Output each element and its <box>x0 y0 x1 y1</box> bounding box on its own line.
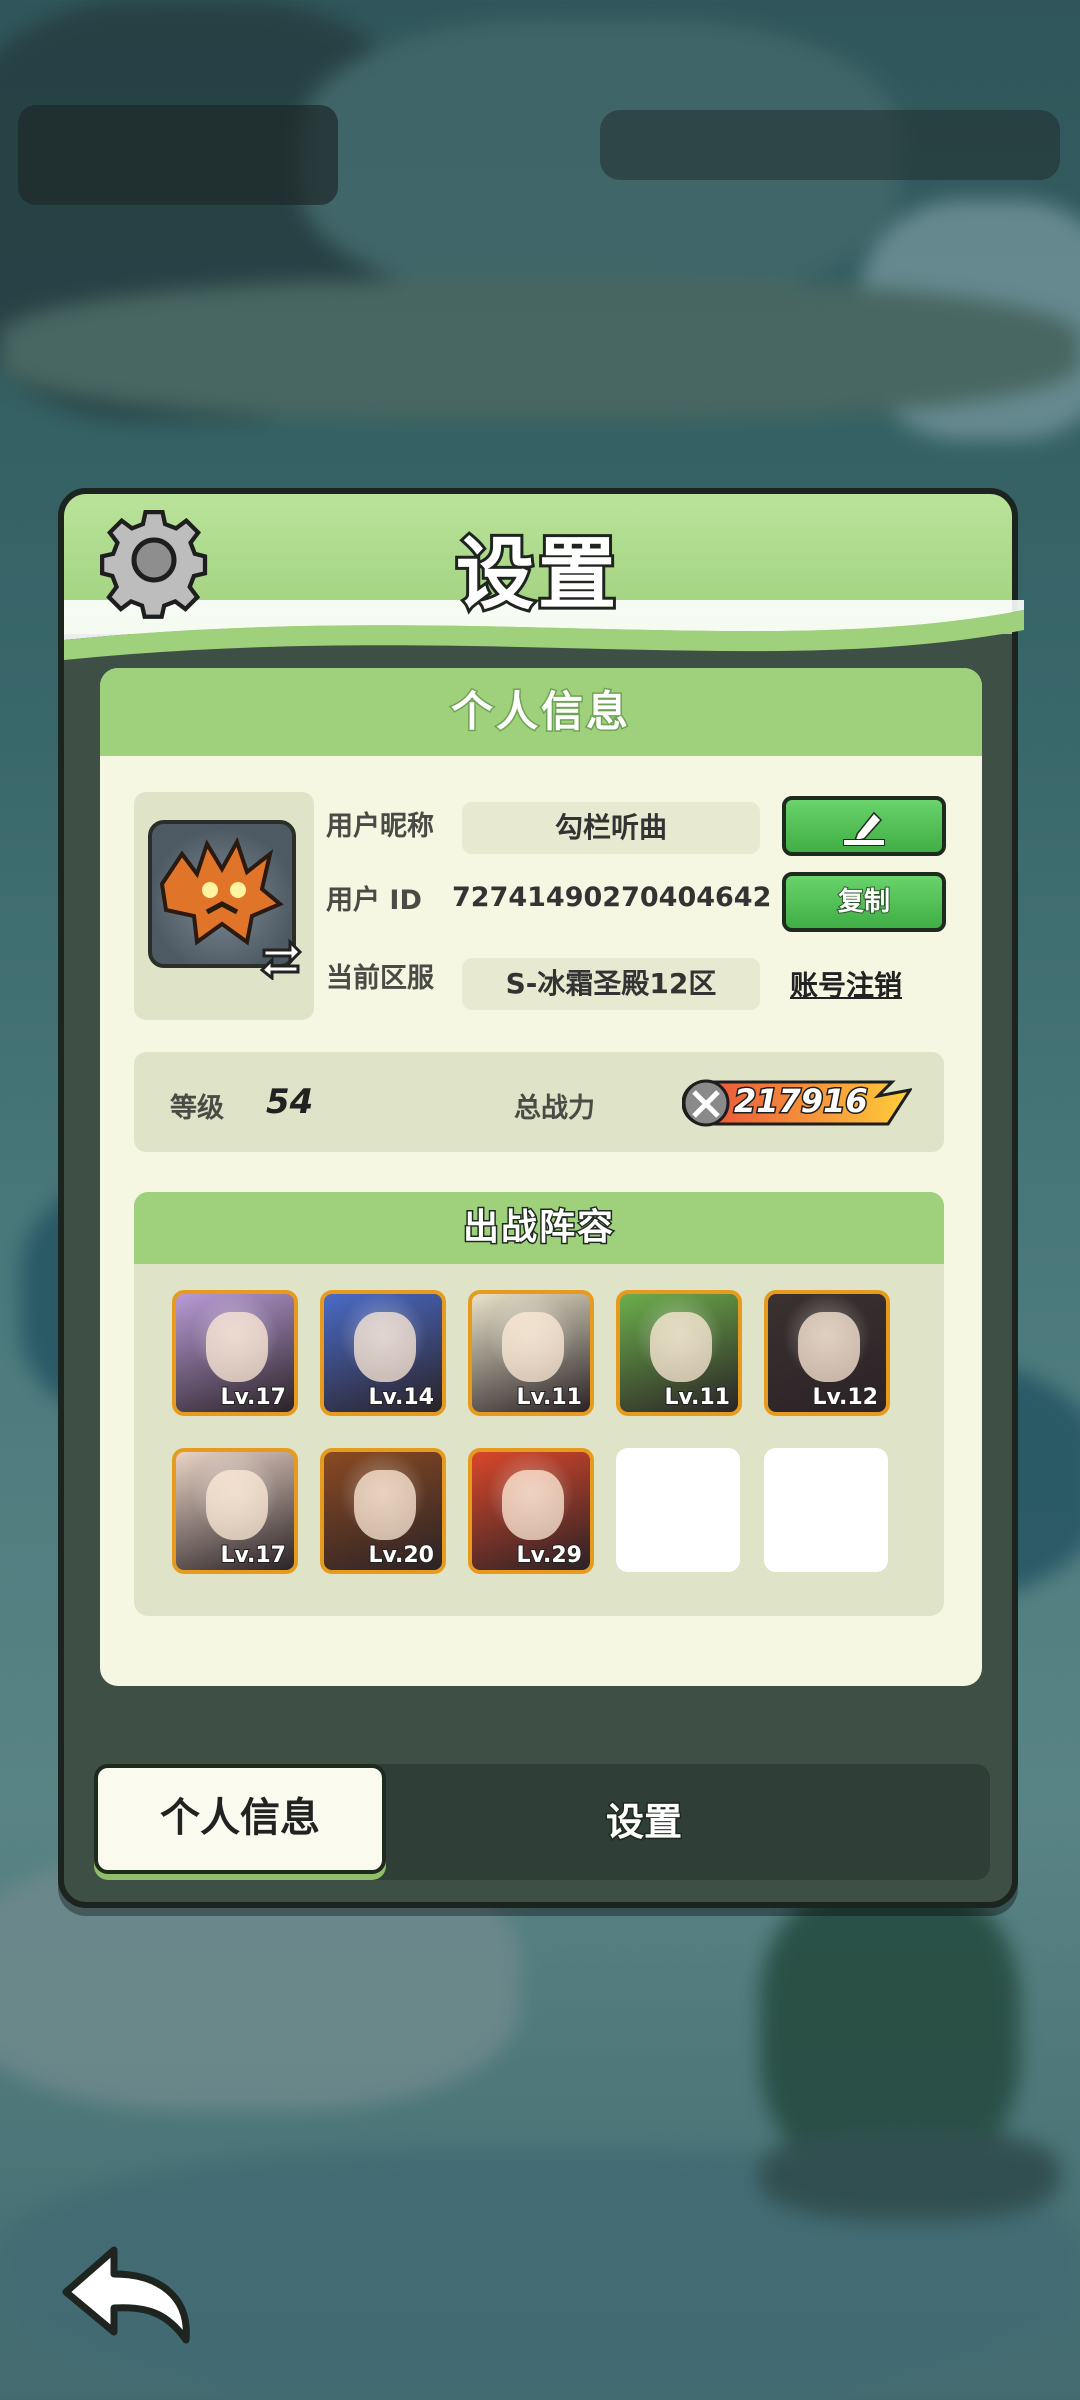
level-value: 54 <box>266 1082 314 1122</box>
panel-title: 设置 <box>453 527 620 623</box>
user-id-value: 72741490270404642 <box>452 882 772 913</box>
hero-portrait <box>502 1470 564 1540</box>
battle-lineup: 出战阵容 Lv.17 Lv.14 Lv.11 Lv.11 Lv.12 Lv.17 Lv.20… <box>134 1192 944 1616</box>
nickname-field: 勾栏听曲 <box>462 802 760 854</box>
tab-profile[interactable]: 个人信息 <box>94 1764 386 1874</box>
hero-level: Lv.17 <box>219 1384 287 1411</box>
hero-level: Lv.17 <box>219 1542 287 1569</box>
hero-portrait <box>798 1312 860 1382</box>
avatar-container <box>134 792 314 1020</box>
server-field: S-冰霜圣殿12区 <box>462 958 760 1010</box>
hero-level: Lv.12 <box>811 1384 879 1411</box>
power-label: 总战力 <box>514 1093 595 1124</box>
hero-portrait <box>650 1312 712 1382</box>
hero-slot[interactable]: Lv.29 <box>468 1448 594 1574</box>
level-label: 等级 <box>170 1093 224 1124</box>
profile-section-title: 个人信息 <box>100 668 982 756</box>
back-arrow-icon[interactable] <box>58 2236 198 2346</box>
swap-avatar-icon[interactable] <box>258 934 304 980</box>
cancel-account-link[interactable]: 账号注销 <box>790 964 902 1004</box>
hero-portrait <box>354 1312 416 1382</box>
hero-slot[interactable]: Lv.17 <box>172 1448 298 1574</box>
hero-level: Lv.29 <box>515 1542 583 1569</box>
server-label: 当前区服 <box>326 963 434 994</box>
currency-hud-blurred <box>600 110 1060 180</box>
pencil-icon <box>843 811 885 846</box>
hero-portrait <box>502 1312 564 1382</box>
empty-hero-slot[interactable] <box>616 1448 740 1572</box>
edit-nickname-button[interactable] <box>782 796 946 856</box>
player-hud-blurred <box>18 105 338 205</box>
hero-portrait <box>206 1312 268 1382</box>
hero-slot[interactable]: Lv.11 <box>468 1290 594 1416</box>
hero-level: Lv.20 <box>367 1542 435 1569</box>
tab-settings[interactable]: 设置 <box>494 1764 794 1880</box>
stats-bar: 等级 54 总战力 217916 <box>134 1052 944 1152</box>
hero-level: Lv.14 <box>367 1384 435 1411</box>
power-value: 217916 <box>733 1081 870 1122</box>
copy-id-button[interactable]: 复制 <box>782 872 946 932</box>
hero-slot[interactable]: Lv.14 <box>320 1290 446 1416</box>
settings-panel: 设置 个人信息 用户昵称 勾栏听曲 用户 ID 7274149027040464… <box>58 488 1024 1908</box>
hero-slot[interactable]: Lv.17 <box>172 1290 298 1416</box>
hero-portrait <box>206 1470 268 1540</box>
profile-card: 个人信息 用户昵称 勾栏听曲 用户 ID 72741490270404642 复… <box>100 668 982 1686</box>
nickname-label: 用户昵称 <box>326 811 434 842</box>
empty-hero-slot[interactable] <box>764 1448 888 1572</box>
user-id-label: 用户 ID <box>326 885 422 916</box>
lineup-title: 出战阵容 <box>134 1192 944 1264</box>
hero-level: Lv.11 <box>663 1384 731 1411</box>
hero-portrait <box>354 1470 416 1540</box>
hero-level: Lv.11 <box>515 1384 583 1411</box>
tab-bar: 个人信息 设置 <box>94 1764 990 1880</box>
panel-header: 设置 <box>64 494 1024 660</box>
hero-slot[interactable]: Lv.11 <box>616 1290 742 1416</box>
hero-slot[interactable]: Lv.12 <box>764 1290 890 1416</box>
hero-slot[interactable]: Lv.20 <box>320 1448 446 1574</box>
combat-power-badge: 217916 <box>682 1076 912 1130</box>
